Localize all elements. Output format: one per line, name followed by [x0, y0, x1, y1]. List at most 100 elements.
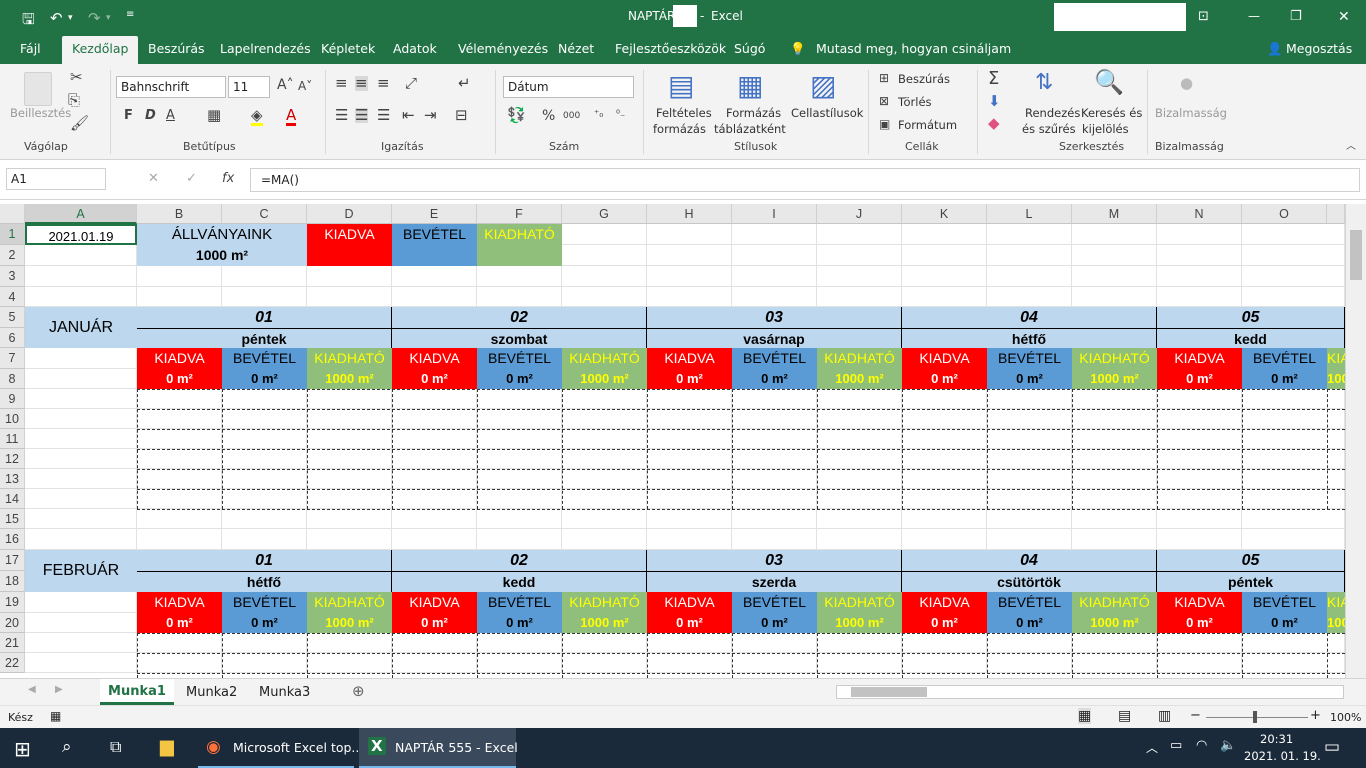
cell[interactable]: [307, 469, 392, 489]
cell-a1-date[interactable]: 2021.01.19: [25, 224, 137, 245]
cell[interactable]: [392, 469, 477, 489]
cell[interactable]: [817, 653, 902, 673]
status-header-kiadva[interactable]: KIADVA: [647, 592, 732, 613]
tab-developer[interactable]: Fejlesztőeszközök: [615, 41, 726, 56]
status-value-bevetel[interactable]: 0 m²: [477, 613, 562, 633]
cell[interactable]: [902, 469, 987, 489]
format-as-table-label2[interactable]: táblázatként: [714, 122, 786, 136]
cell[interactable]: [1242, 287, 1345, 307]
cell-styles-button[interactable]: Cellastílusok: [791, 106, 863, 120]
column-header-d[interactable]: D: [307, 204, 392, 224]
macro-record-icon[interactable]: ▦: [50, 709, 61, 723]
cell[interactable]: [477, 429, 562, 449]
cell[interactable]: [1072, 266, 1157, 287]
prev-sheet-icon[interactable]: ◀: [28, 685, 36, 695]
cell[interactable]: [307, 653, 392, 673]
column-header-k[interactable]: K: [902, 204, 987, 224]
cell[interactable]: [477, 287, 562, 307]
cell[interactable]: [1157, 449, 1242, 469]
cell[interactable]: [647, 529, 732, 550]
status-value-bevetel[interactable]: 0 m²: [477, 369, 562, 389]
row-header-17[interactable]: 17: [0, 550, 25, 571]
tab-review[interactable]: Véleményezés: [458, 41, 548, 56]
cell[interactable]: [647, 653, 732, 673]
cell[interactable]: [902, 449, 987, 469]
find-select-label2[interactable]: kijelölés: [1082, 122, 1129, 136]
day-name[interactable]: péntek: [1157, 571, 1345, 592]
cell[interactable]: [477, 266, 562, 287]
cell[interactable]: [1157, 429, 1242, 449]
cell[interactable]: [1242, 245, 1345, 266]
increase-indent-icon[interactable]: ⇥: [424, 108, 437, 123]
status-value-kiadva[interactable]: 0 m²: [392, 613, 477, 633]
cell[interactable]: [562, 409, 647, 429]
cell[interactable]: [902, 389, 987, 409]
cell[interactable]: [647, 224, 732, 245]
row-header-5[interactable]: 5: [0, 307, 25, 328]
cell[interactable]: [647, 449, 732, 469]
italic-button[interactable]: D: [145, 109, 156, 122]
add-sheet-icon[interactable]: ⊕: [352, 682, 365, 700]
cell[interactable]: [25, 369, 137, 389]
row-header-3[interactable]: 3: [0, 266, 25, 287]
conditional-formatting-label2[interactable]: formázás: [653, 122, 706, 136]
cell[interactable]: [817, 287, 902, 307]
row-header-16[interactable]: 16: [0, 529, 25, 550]
minimize-icon[interactable]: —: [1248, 9, 1260, 23]
cell[interactable]: [392, 389, 477, 409]
cell[interactable]: [1157, 509, 1242, 529]
cell[interactable]: [817, 449, 902, 469]
status-value-kiadhato[interactable]: 1000 m²: [817, 369, 902, 389]
cell[interactable]: [25, 409, 137, 429]
cell[interactable]: [25, 592, 137, 613]
align-middle-icon[interactable]: ≡: [355, 76, 368, 91]
normal-view-icon[interactable]: ▦: [1078, 708, 1092, 724]
battery-icon[interactable]: ▭: [1170, 738, 1182, 753]
status-value-kiadva[interactable]: 0 m²: [647, 613, 732, 633]
month-label-jan[interactable]: JANUÁR: [25, 307, 137, 348]
day-number[interactable]: 01: [137, 307, 392, 328]
format-painter-icon[interactable]: 🖌: [70, 116, 89, 131]
status-header-kiadva[interactable]: KIADVA: [137, 592, 222, 613]
cell[interactable]: [562, 389, 647, 409]
status-header-kiadhato[interactable]: KIADHATÓ: [1327, 348, 1345, 369]
cell[interactable]: [647, 509, 732, 529]
tab-help[interactable]: Súgó: [734, 41, 765, 56]
cell[interactable]: [1072, 653, 1157, 673]
row-header-11[interactable]: 11: [0, 429, 25, 449]
status-header-kiadva[interactable]: KIADVA: [137, 348, 222, 369]
cell[interactable]: [1157, 633, 1242, 653]
cell[interactable]: [137, 266, 222, 287]
cell[interactable]: [987, 389, 1072, 409]
status-header-bevetel[interactable]: BEVÉTEL: [222, 348, 307, 369]
cell[interactable]: [137, 633, 222, 653]
cell[interactable]: [25, 469, 137, 489]
status-value-kiadhato[interactable]: 1000 m²: [562, 613, 647, 633]
decrease-decimal-icon[interactable]: ⁰₋: [616, 110, 625, 120]
cell[interactable]: [477, 449, 562, 469]
cell-e2[interactable]: [392, 245, 477, 266]
format-cells-icon[interactable]: ▣: [879, 118, 890, 130]
row-header-19[interactable]: 19: [0, 592, 25, 613]
status-value-kiadhato[interactable]: 1000 m²: [307, 369, 392, 389]
cell[interactable]: [1072, 389, 1157, 409]
cell[interactable]: [647, 389, 732, 409]
status-value-bevetel[interactable]: 0 m²: [1242, 369, 1327, 389]
cell[interactable]: [25, 287, 137, 307]
cell[interactable]: [392, 287, 477, 307]
cell[interactable]: [137, 653, 222, 673]
search-icon[interactable]: ⌕: [62, 737, 72, 757]
copy-icon[interactable]: ⎘: [68, 93, 80, 108]
status-value-kiadhato[interactable]: 1000 m²: [1072, 613, 1157, 633]
wifi-icon[interactable]: ◠: [1196, 738, 1207, 753]
day-name[interactable]: vasárnap: [647, 328, 902, 348]
chevron-up-icon[interactable]: ︿: [1146, 739, 1158, 756]
cell[interactable]: [732, 529, 817, 550]
format-cells-button[interactable]: Formátum: [898, 118, 957, 132]
cell[interactable]: [562, 449, 647, 469]
cell[interactable]: [25, 509, 137, 529]
cell[interactable]: [562, 429, 647, 449]
cell[interactable]: [732, 429, 817, 449]
status-value-bevetel[interactable]: 0 m²: [732, 613, 817, 633]
cell[interactable]: [1242, 224, 1345, 245]
